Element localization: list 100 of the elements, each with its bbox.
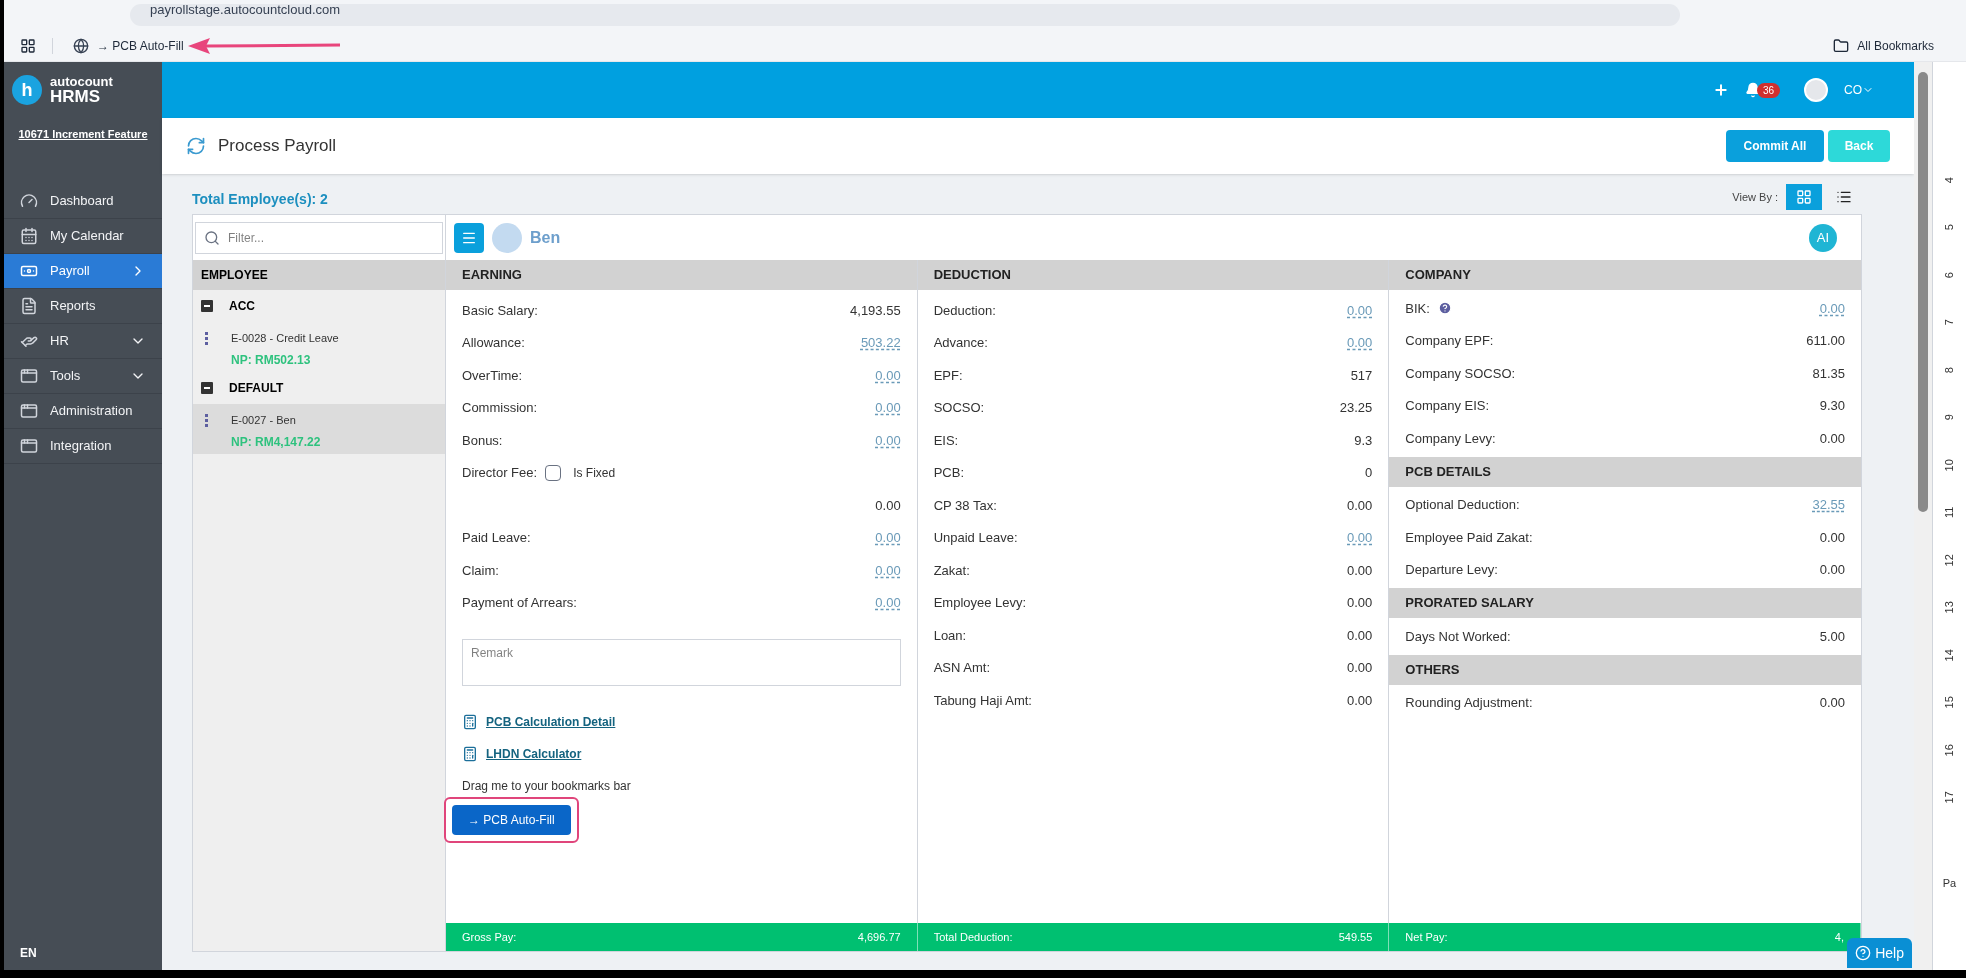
- field-label: Deduction:: [933, 301, 996, 320]
- company-link[interactable]: 10671 Increment Feature: [18, 126, 148, 143]
- window-icon: [20, 367, 38, 385]
- address-bar[interactable]: payrollstage.autocountcloud.com: [130, 4, 1680, 26]
- field-label: EPF:: [933, 366, 963, 385]
- value-link[interactable]: 32.55: [1812, 495, 1845, 515]
- section-header: OTHERS: [1389, 654, 1861, 685]
- apps-icon[interactable]: [20, 37, 36, 54]
- employee-item[interactable]: E-0027 - Ben NP: RM4,147.22: [193, 404, 445, 454]
- menu-button[interactable]: [454, 222, 484, 253]
- commit-button[interactable]: Commit All: [1726, 130, 1824, 162]
- field-label: ASN Amt:: [933, 659, 990, 677]
- field-label: Commission:: [462, 399, 538, 417]
- gauge-icon: [20, 192, 38, 210]
- employee-item[interactable]: E-0028 - Credit Leave NP: RM502.13: [193, 322, 445, 372]
- field-label: Zakat:: [933, 561, 970, 580]
- field-value: 0.00: [1347, 561, 1373, 580]
- field-label: Days Not Worked:: [1405, 627, 1511, 646]
- section-header: PRORATED SALARY: [1389, 588, 1861, 618]
- value-link[interactable]: 0.00: [875, 528, 901, 548]
- ruler-label: 16: [1942, 743, 1957, 756]
- ruler-label: 10: [1942, 458, 1957, 471]
- calculator-link[interactable]: LHDN Calculator: [486, 745, 582, 763]
- value-link[interactable]: 0.00: [1347, 300, 1373, 320]
- collapse-icon[interactable]: [201, 382, 213, 394]
- group-name: ACC: [229, 298, 255, 315]
- window-icon: [20, 437, 38, 455]
- field-label: Bonus:: [462, 431, 503, 450]
- value-link[interactable]: 0.00: [875, 430, 901, 450]
- field-value: 0.00: [1347, 659, 1373, 677]
- field-value: 0.00: [1819, 528, 1845, 547]
- search-icon: [204, 229, 220, 246]
- url-text: payrollstage.autocountcloud.com: [150, 1, 341, 20]
- help-button[interactable]: Help: [1847, 938, 1912, 968]
- net-pay: NP: RM4,147.22: [231, 433, 321, 451]
- plus-icon[interactable]: [1712, 82, 1729, 98]
- section-header: EARNING: [446, 260, 917, 290]
- value-link[interactable]: 0.00: [1819, 298, 1845, 318]
- value-link[interactable]: 503.22: [860, 333, 901, 353]
- view-toggle[interactable]: [1786, 184, 1822, 210]
- column-header: EMPLOYEE: [193, 260, 445, 290]
- field-value: 0.00: [1347, 594, 1373, 612]
- list-icon: [1836, 189, 1852, 205]
- field-label: Allowance:: [462, 334, 525, 352]
- scrollbar[interactable]: [1914, 62, 1932, 970]
- field-label: Paid Leave:: [462, 529, 531, 547]
- calendar-icon: [20, 227, 38, 245]
- field-label: Director Fee:: [462, 464, 538, 482]
- field-label: Company EPF:: [1405, 332, 1494, 350]
- more-icon[interactable]: [205, 332, 209, 345]
- field-value: 517: [1350, 366, 1373, 385]
- value-link[interactable]: 0.00: [875, 365, 901, 385]
- field-value: 9.3: [1354, 431, 1373, 450]
- employee-name: E-0027 - Ben: [231, 413, 297, 428]
- section-header: PCB DETAILS: [1389, 456, 1861, 487]
- help-icon: [1855, 945, 1872, 961]
- value-link[interactable]: 0.00: [1347, 333, 1373, 353]
- field-label: PCB:: [933, 464, 964, 482]
- value-link[interactable]: 0.00: [1347, 528, 1373, 548]
- bookmarklet-button[interactable]: → PCB Auto-Fill: [452, 805, 571, 835]
- ai-badge[interactable]: AI: [1809, 223, 1837, 252]
- user-menu[interactable]: CO: [1844, 81, 1874, 99]
- calculator-icon: [462, 746, 478, 762]
- payroll-icon: [186, 136, 206, 156]
- field-label: Loan:: [933, 626, 967, 645]
- field-label: Employee Paid Zakat:: [1405, 528, 1533, 547]
- drag-hint: Drag me to your bookmarks bar: [461, 778, 632, 795]
- ruler-label: 6: [1942, 271, 1957, 278]
- value-link[interactable]: 0.00: [875, 560, 901, 580]
- value-link[interactable]: 0.00: [875, 593, 901, 613]
- more-icon[interactable]: [205, 414, 209, 427]
- checkbox[interactable]: [545, 464, 562, 481]
- view-by-label: View By :: [1732, 189, 1778, 205]
- checkbox-label: Is Fixed: [573, 464, 616, 482]
- window-icon: [20, 402, 38, 420]
- field-value: 611.00: [1806, 332, 1845, 350]
- employee-title: Ben: [530, 227, 562, 248]
- filter-field[interactable]: Filter...: [195, 221, 443, 254]
- collapse-icon[interactable]: [201, 300, 213, 312]
- remark-field[interactable]: Remark: [462, 639, 901, 686]
- field-value: 81.35: [1812, 364, 1845, 383]
- field-label: Tabung Haji Amt:: [933, 691, 1032, 710]
- logo-text: autocount: [50, 75, 113, 88]
- field-label: BIK:: [1405, 299, 1430, 318]
- field-label: Rounding Adjustment:: [1405, 694, 1533, 712]
- value-link[interactable]: 0.00: [875, 398, 901, 418]
- language-label[interactable]: EN: [4, 944, 162, 970]
- bookmark[interactable]: → PCB Auto-Fill: [69, 36, 188, 55]
- employee-name: E-0028 - Credit Leave: [231, 331, 339, 346]
- ruler-label: 7: [1942, 319, 1957, 326]
- field-label: Departure Levy:: [1405, 561, 1498, 579]
- avatar[interactable]: [1804, 78, 1828, 102]
- logo-icon: h: [12, 75, 42, 105]
- nav-item[interactable]: Payroll: [4, 254, 162, 289]
- page-label: Pa: [1942, 876, 1957, 891]
- ruler-label: 14: [1942, 648, 1957, 661]
- field-value: 0.00: [1347, 626, 1373, 645]
- bookmarks-folder[interactable]: All Bookmarks: [1833, 36, 1934, 55]
- calculator-link[interactable]: PCB Calculation Detail: [486, 713, 616, 731]
- document-icon: [20, 297, 38, 315]
